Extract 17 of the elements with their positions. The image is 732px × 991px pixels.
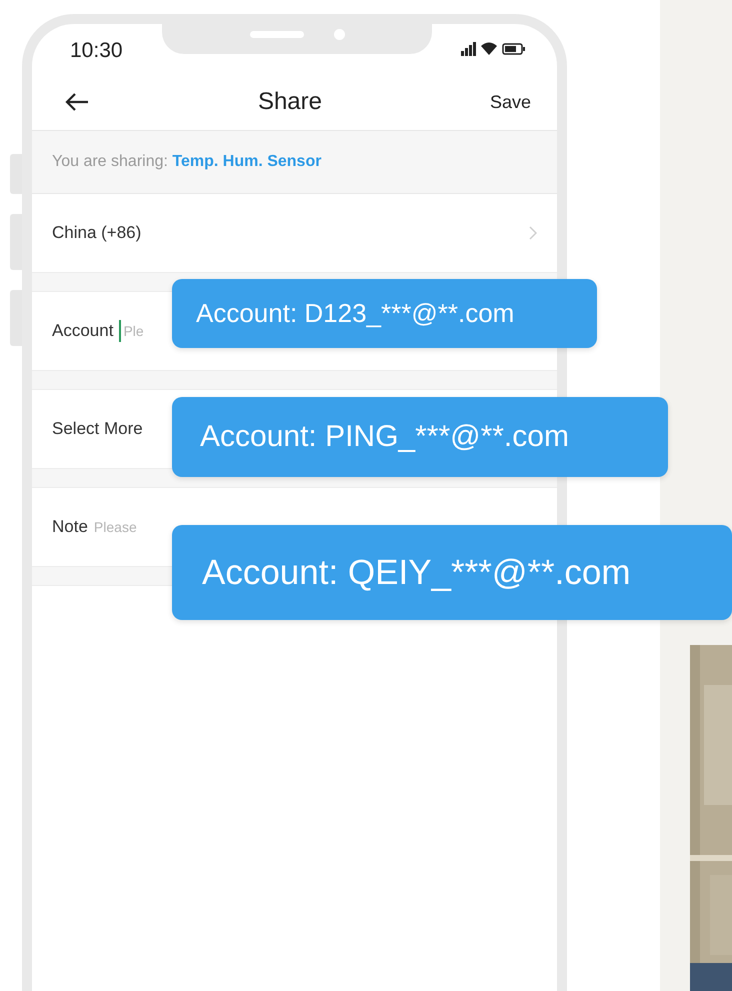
text-cursor — [119, 320, 122, 342]
status-time: 10:30 — [70, 38, 123, 63]
save-button[interactable]: Save — [490, 92, 531, 112]
country-selector[interactable]: China (+86) — [52, 223, 142, 243]
chevron-right-icon — [529, 226, 537, 240]
account-tooltip: Account: QEIY_***@**.com — [172, 525, 732, 620]
battery-icon — [502, 43, 525, 55]
field-label: Note — [52, 517, 88, 537]
wifi-icon — [481, 42, 497, 55]
field-label: Account — [52, 321, 114, 341]
account-tooltip: Account: PING_***@**.com — [172, 397, 668, 477]
signal-icon — [461, 42, 476, 56]
back-arrow-icon[interactable] — [64, 91, 90, 113]
sharing-text: You are sharing: Temp. Hum. Sensor — [52, 153, 322, 171]
account-tooltip: Account: D123_***@**.com — [172, 279, 597, 348]
select-more-link[interactable]: Select More — [52, 419, 143, 439]
screen-title: Share — [258, 88, 322, 116]
